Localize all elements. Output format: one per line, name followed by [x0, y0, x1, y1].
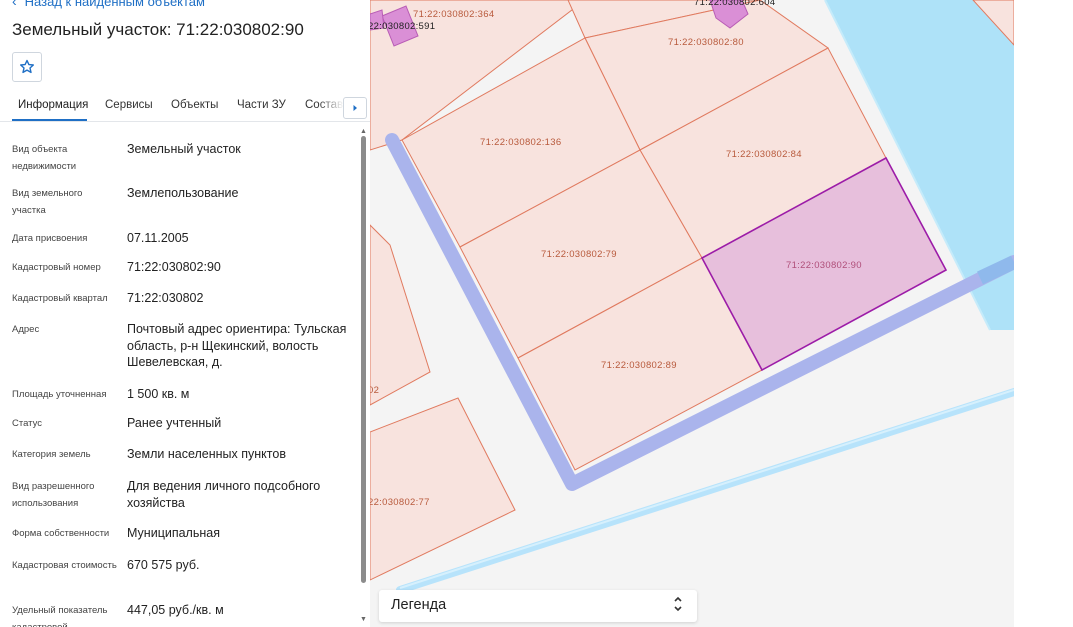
field-label: Вид земельного участка: [12, 188, 83, 216]
field-label: Площадь уточненная: [12, 389, 107, 400]
field-value: Муниципальная: [127, 526, 220, 540]
parcel-label: 22:030802:591: [370, 21, 435, 32]
map-canvas[interactable]: 71:22:030802:364 22:030802:591 71:22:030…: [370, 0, 1014, 627]
back-link-label: Назад к найденным объектам: [24, 0, 205, 9]
field-label: Форма собственности: [12, 528, 110, 539]
field-value: 1 500 кв. м: [127, 387, 190, 401]
field-label: Вид разрешенного использования: [12, 481, 95, 509]
object-info-panel: ‹ Назад к найденным объектам Земельный у…: [0, 0, 370, 627]
cadastral-map[interactable]: 71:22:030802:364 22:030802:591 71:22:030…: [370, 0, 1014, 627]
field-value: 71:22:030802: [127, 291, 204, 305]
field-label: Категория земель: [12, 449, 91, 460]
tab-bar: Информация Сервисы Объекты Части ЗУ Сост…: [0, 94, 370, 122]
field-label: Дата присвоения: [12, 233, 88, 244]
parcel-label: 71:22:030802:80: [668, 37, 744, 48]
tab-information[interactable]: Информация: [18, 99, 88, 111]
field-label: Удельный показатель кадастровой: [12, 605, 108, 627]
tab-objects[interactable]: Объекты: [171, 99, 218, 111]
page-margin: [1014, 0, 1073, 627]
expand-collapse-icon[interactable]: [673, 595, 683, 614]
parcel-77[interactable]: [370, 397, 516, 581]
active-tab-indicator: [12, 119, 87, 121]
tab-services[interactable]: Сервисы: [105, 99, 153, 111]
field-value: Для ведения личного подсобного хозяйства: [127, 479, 321, 510]
back-to-results-link[interactable]: ‹ Назад к найденным объектам: [12, 0, 205, 9]
parcel-label: 71:22:030802:84: [726, 149, 802, 160]
parcel-label: 71:22:030802:136: [480, 137, 561, 148]
parcel-label: 02: [370, 385, 379, 396]
field-value: Ранее учтенный: [127, 416, 222, 430]
app-root: ‹ Назад к найденным объектам Земельный у…: [0, 0, 1073, 627]
legend-label: Легенда: [391, 597, 447, 613]
parcel-label: 71:22:030802:79: [541, 249, 617, 260]
field-value: Земли населенных пунктов: [127, 447, 286, 461]
parcel-label: 22:030802:77: [370, 497, 430, 508]
parcel-left-02[interactable]: [370, 224, 431, 406]
field-value: Земельный участок: [127, 142, 241, 156]
favorite-button[interactable]: [12, 52, 42, 82]
tabs-fade: [318, 94, 344, 120]
field-value: Почтовый адрес ориентира: Тульская облас…: [127, 322, 347, 369]
page-title: Земельный участок: 71:22:030802:90: [12, 20, 304, 39]
field-label: Вид объекта недвижимости: [12, 144, 77, 172]
info-list: Вид объекта недвижимости Земельный участ…: [0, 128, 360, 627]
field-label: Кадастровый квартал: [12, 293, 108, 304]
field-label: Кадастровый номер: [12, 262, 101, 273]
star-icon: [20, 59, 34, 74]
field-value: 447,05 руб./кв. м: [127, 603, 224, 617]
panel-scrollbar[interactable]: ▲ ▼: [359, 128, 368, 627]
arrow-left-icon: ‹: [12, 0, 17, 9]
field-value: 670 575 руб.: [127, 558, 200, 572]
chevron-up-down-icon: [674, 596, 682, 612]
field-value: 07.11.2005: [127, 231, 189, 245]
caret-right-icon: [353, 105, 357, 111]
field-label: Кадастровая стоимость: [12, 560, 117, 571]
parcel-label: 71:22:030802:604: [694, 0, 775, 8]
field-value: Землепользование: [127, 186, 239, 200]
field-label: Статус: [12, 418, 43, 429]
scroll-thumb[interactable]: [361, 136, 366, 583]
field-value: 71:22:030802:90: [127, 260, 221, 274]
tabs-scroll-right-button[interactable]: [343, 97, 367, 119]
parcel-label: 71:22:030802:89: [601, 360, 677, 371]
legend-dropdown[interactable]: Легенда: [379, 590, 697, 622]
parcel-label: 71:22:030802:90: [786, 260, 862, 271]
field-label: Адрес: [12, 324, 40, 335]
tab-parts[interactable]: Части ЗУ: [237, 99, 286, 111]
scroll-down-arrow-icon[interactable]: ▼: [360, 616, 367, 623]
scroll-up-arrow-icon[interactable]: ▲: [360, 128, 367, 135]
parcel-label: 71:22:030802:364: [413, 9, 494, 20]
